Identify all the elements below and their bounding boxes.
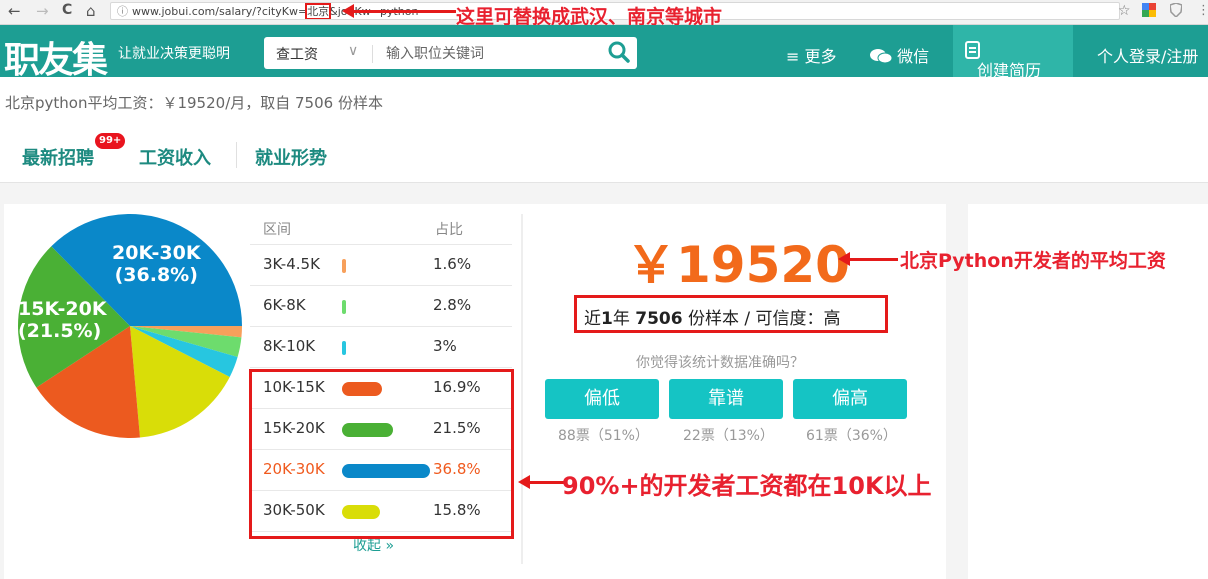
extension-icon[interactable] bbox=[1142, 3, 1156, 21]
search-divider bbox=[372, 45, 373, 63]
pie-label-15k-20k-pct: (21.5%) bbox=[18, 320, 102, 342]
vote-accurate-count: 22票（13%） bbox=[683, 428, 774, 444]
salary-range-row: 8K-10K 3% bbox=[250, 327, 512, 368]
tab-latest-jobs[interactable]: 最新招聘 bbox=[22, 144, 94, 170]
range-bar bbox=[342, 259, 346, 273]
average-salary: ￥19520 bbox=[626, 236, 850, 294]
salary-summary: 北京python平均工资：￥19520/月，取自 7506 份样本 bbox=[5, 94, 383, 112]
vote-high-count: 61票（36%） bbox=[806, 428, 897, 444]
card-divider bbox=[521, 214, 523, 564]
pie-label-20k-30k-pct: (36.8%) bbox=[114, 264, 198, 286]
range-ratio: 3% bbox=[433, 337, 457, 355]
range-annotation: 90%+的开发者工资都在10K以上 bbox=[562, 472, 932, 500]
salary-range-row: 6K-8K 2.8% bbox=[250, 286, 512, 327]
avg-annotation-arrow bbox=[850, 258, 898, 261]
shield-extension-icon[interactable] bbox=[1169, 2, 1183, 21]
nav-wechat[interactable]: 微信 bbox=[870, 43, 929, 67]
range-label: 8K-10K bbox=[263, 337, 316, 355]
browser-menu-icon[interactable]: ⋮ bbox=[1197, 3, 1208, 18]
search-bar: 查工资 ∨ bbox=[264, 37, 637, 69]
avg-annotation: 北京Python开发者的平均工资 bbox=[900, 250, 1166, 272]
back-icon[interactable]: ← bbox=[8, 2, 21, 20]
search-input[interactable] bbox=[384, 42, 588, 66]
pie-label-20k-30k-range: 20K-30K bbox=[112, 242, 201, 264]
site-slogan: 让就业决策更聪明 bbox=[118, 46, 230, 62]
info-icon[interactable]: ⓘ bbox=[117, 5, 128, 18]
table-header-range: 区间 bbox=[263, 222, 291, 238]
avg-annotation-arrowhead bbox=[838, 252, 850, 266]
url-prefix: www.jobui.com/salary/?cityKw= bbox=[132, 5, 308, 18]
tab-salary[interactable]: 工资收入 bbox=[119, 144, 231, 187]
create-resume-label: 创建简历 bbox=[977, 61, 1042, 80]
nav-more[interactable]: ≡ 更多 bbox=[786, 43, 837, 67]
tab-divider bbox=[236, 142, 237, 168]
reload-icon[interactable]: C bbox=[62, 2, 72, 18]
vote-low-button[interactable]: 偏低 bbox=[545, 379, 659, 419]
sample-highlight-box bbox=[574, 295, 888, 333]
range-label: 3K-4.5K bbox=[263, 255, 320, 273]
pie-label-20k-30k: 20K-30K (36.8%) bbox=[112, 242, 201, 286]
search-icon[interactable] bbox=[608, 40, 630, 64]
range-bar bbox=[342, 300, 346, 314]
nav-wechat-label: 微信 bbox=[897, 47, 930, 66]
tab-employment-trend[interactable]: 就业形势 bbox=[255, 144, 327, 170]
url-annotation-arrow bbox=[352, 10, 456, 13]
forward-icon[interactable]: → bbox=[36, 2, 49, 20]
tab-bar: 最新招聘 99+ 工资收入 就业形势 bbox=[0, 128, 1208, 187]
range-label: 6K-8K bbox=[263, 296, 306, 314]
wechat-icon bbox=[870, 49, 893, 64]
bookmark-star-icon[interactable]: ☆ bbox=[1118, 3, 1131, 19]
url-annotation-arrowhead bbox=[342, 4, 354, 18]
login-register-link[interactable]: 个人登录/注册 bbox=[1097, 43, 1198, 67]
search-type-select[interactable]: 查工资 bbox=[276, 44, 318, 64]
chevron-down-icon[interactable]: ∨ bbox=[348, 43, 358, 59]
pie-label-15k-20k-range: 15K-20K bbox=[18, 298, 107, 320]
vote-accurate-button[interactable]: 靠谱 bbox=[669, 379, 783, 419]
salary-range-row: 3K-4.5K 1.6% bbox=[250, 245, 512, 286]
range-ratio: 2.8% bbox=[433, 296, 472, 314]
table-header-ratio: 占比 bbox=[435, 222, 463, 238]
url-city-param: 北京 bbox=[305, 3, 332, 19]
range-annotation-arrow bbox=[530, 481, 564, 484]
vote-high-button[interactable]: 偏高 bbox=[793, 379, 907, 419]
site-logo[interactable]: 职友集 bbox=[4, 31, 108, 83]
home-icon[interactable]: ⌂ bbox=[86, 2, 96, 20]
pie-label-15k-20k: 15K-20K (21.5%) bbox=[18, 298, 107, 342]
range-highlight-box bbox=[249, 369, 514, 539]
vote-low-count: 88票（51%） bbox=[558, 428, 649, 444]
create-resume-button[interactable]: 创建简历 bbox=[953, 25, 1073, 80]
site-header: 职友集 让就业决策更聪明 查工资 ∨ ≡ 更多 微信 创建简历 个人登录/注册 bbox=[0, 25, 1208, 81]
accuracy-question: 你觉得该统计数据准确吗？ bbox=[636, 355, 804, 371]
range-ratio: 1.6% bbox=[433, 255, 472, 273]
range-annotation-arrowhead bbox=[518, 475, 530, 489]
range-bar bbox=[342, 341, 346, 355]
